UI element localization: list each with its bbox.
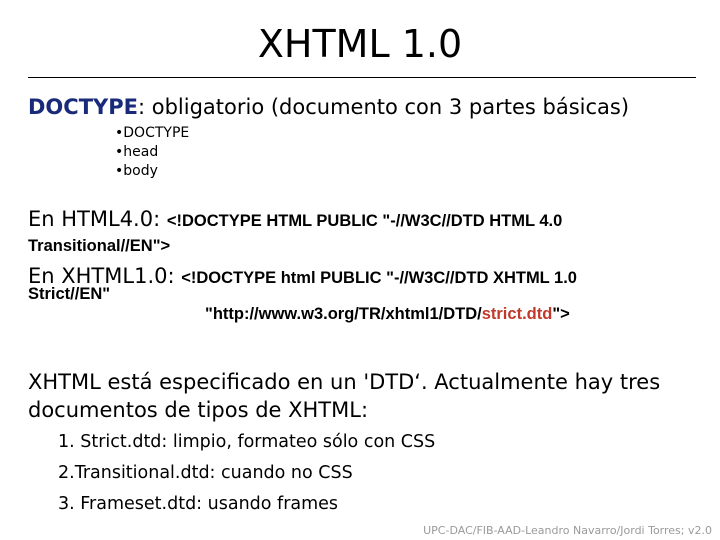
paragraph-line2: documentos de tipos de XHTML: — [28, 398, 369, 422]
xhtml10-line: En XHTML1.0: <!DOCTYPE html PUBLIC "-//W… — [28, 264, 577, 288]
list-item: 3. Frameset.dtd: usando frames — [58, 494, 339, 514]
slide-title: XHTML 1.0 — [257, 22, 463, 66]
xhtml10-code-line1: <!DOCTYPE html PUBLIC "-//W3C//DTD XHTML… — [181, 269, 577, 287]
footer-credit: UPC-DAC/FIB-AAD-Leandro Navarro/Jordi To… — [423, 524, 712, 537]
xhtml10-url-line: "http://www.w3.org/TR/xhtml1/DTD/strict.… — [205, 305, 570, 324]
list-item: 2.Transitional.dtd: cuando no CSS — [58, 463, 353, 483]
doctype-keyword: DOCTYPE — [28, 95, 138, 119]
title-divider — [28, 77, 696, 78]
html40-code-line1: <!DOCTYPE HTML PUBLIC "-//W3C//DTD HTML … — [166, 212, 563, 230]
list-item: 1. Strict.dtd: limpio, formateo sólo con… — [58, 432, 436, 452]
doctype-heading: DOCTYPE: obligatorio (documento con 3 pa… — [28, 95, 629, 119]
paragraph-line1: XHTML está especificado en un 'DTD‘. Act… — [28, 370, 661, 394]
list-item: •DOCTYPE — [115, 125, 190, 141]
xhtml10-url-highlight: strict.dtd — [481, 305, 553, 323]
doctype-description: : obligatorio (documento con 3 partes bá… — [137, 95, 630, 119]
list-item: •body — [115, 163, 158, 179]
xhtml10-url-before: "http://www.w3.org/TR/xhtml1/DTD/ — [205, 305, 482, 323]
dtd-paragraph: XHTML está especificado en un 'DTD‘. Act… — [28, 368, 660, 424]
list-item: •head — [115, 144, 159, 160]
html40-code-line2: Transitional//EN"> — [28, 237, 171, 255]
xhtml10-code-line2: Strict//EN" — [28, 285, 111, 303]
html40-prefix: En HTML4.0: — [28, 207, 167, 231]
parts-list: •DOCTYPE •head •body — [115, 124, 189, 181]
xhtml10-url-after: "> — [552, 305, 570, 323]
html40-line: En HTML4.0: <!DOCTYPE HTML PUBLIC "-//W3… — [28, 207, 562, 231]
